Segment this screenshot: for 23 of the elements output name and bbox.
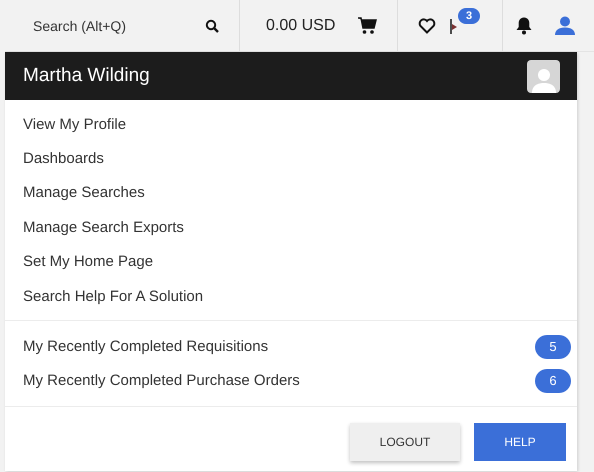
menu-link[interactable]: Manage Search Exports <box>5 210 577 245</box>
heart-icon[interactable] <box>418 18 436 34</box>
user-icon[interactable] <box>555 16 575 35</box>
count-badge: 6 <box>535 368 571 393</box>
menu-link[interactable]: My Recently Completed Requisitions <box>23 338 268 356</box>
menu-link[interactable]: Manage Searches <box>5 176 577 210</box>
menu-link[interactable]: View My Profile <box>5 107 577 142</box>
menu-link[interactable]: Dashboards <box>5 141 577 176</box>
user-name: Martha Wilding <box>23 65 150 87</box>
menu-link[interactable]: Set My Home Page <box>5 244 577 279</box>
search-icon[interactable] <box>205 18 219 32</box>
bell-icon[interactable] <box>515 16 533 35</box>
cart-total: 0.00 USD <box>266 16 336 34</box>
help-button[interactable]: HELP <box>474 423 566 462</box>
search-field[interactable]: Search (Alt+Q) <box>31 16 181 34</box>
logout-button[interactable]: LOGOUT <box>350 423 460 462</box>
flag-icon[interactable] <box>450 18 458 34</box>
notification-count: 3 <box>458 8 480 24</box>
count-badge: 5 <box>535 334 571 359</box>
menu-link[interactable]: Search Help For A Solution <box>5 278 577 314</box>
avatar-icon <box>527 60 560 92</box>
menu-link[interactable]: My Recently Completed Purchase Orders <box>23 372 300 390</box>
cart-icon[interactable] <box>357 16 377 34</box>
